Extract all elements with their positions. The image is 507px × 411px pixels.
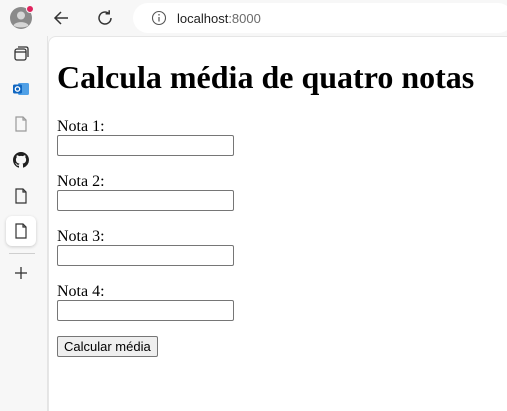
tab-document-active[interactable]	[6, 216, 36, 246]
address-port: :8000	[228, 10, 261, 26]
tab-document-1[interactable]	[6, 109, 36, 139]
new-tab-button[interactable]	[6, 258, 36, 288]
vertical-tab-strip	[0, 0, 48, 411]
tab-github[interactable]	[6, 145, 36, 175]
arrow-left-icon	[53, 11, 68, 25]
nota-1-input[interactable]	[57, 135, 234, 156]
calcular-media-button[interactable]: Calcular média	[57, 336, 158, 357]
browser-toolbar: localhost:8000	[47, 0, 507, 36]
page-viewport: Calcula média de quatro notas Nota 1: No…	[48, 36, 507, 411]
nota-2-input[interactable]	[57, 190, 234, 211]
back-button[interactable]	[47, 4, 75, 32]
document-icon	[15, 223, 27, 239]
page-content: Calcula média de quatro notas Nota 1: No…	[57, 37, 507, 411]
document-icon	[15, 116, 27, 132]
nota-1-field: Nota 1:	[57, 118, 234, 156]
nota-4-label: Nota 4:	[57, 283, 105, 300]
profile-avatar[interactable]	[6, 3, 36, 33]
refresh-button[interactable]	[91, 4, 119, 32]
address-host: localhost	[177, 10, 229, 26]
address-text[interactable]: localhost:8000	[177, 11, 261, 26]
tab-actions-button[interactable]	[6, 39, 36, 69]
nota-4-field: Nota 4:	[57, 283, 234, 321]
tab-divider	[9, 253, 35, 254]
tab-actions-icon	[14, 46, 29, 61]
tab-outlook[interactable]	[6, 74, 36, 104]
nota-1-label: Nota 1:	[57, 118, 105, 135]
info-icon[interactable]	[151, 10, 167, 26]
page-title: Calcula média de quatro notas	[57, 59, 475, 95]
github-icon	[13, 152, 29, 168]
address-bar[interactable]: localhost:8000	[133, 3, 507, 33]
nota-3-field: Nota 3:	[57, 228, 234, 266]
plus-icon	[15, 267, 27, 279]
browser-window: localhost:8000 Calcula média de quatro n…	[0, 0, 507, 411]
nota-3-label: Nota 3:	[57, 228, 105, 245]
nota-3-input[interactable]	[57, 245, 234, 266]
document-icon	[15, 188, 27, 204]
nota-4-input[interactable]	[57, 300, 234, 321]
nota-2-field: Nota 2:	[57, 173, 234, 211]
outlook-icon	[13, 83, 29, 95]
notification-dot	[26, 5, 34, 13]
tab-document-2[interactable]	[6, 181, 36, 211]
refresh-icon	[98, 10, 112, 25]
nota-2-label: Nota 2:	[57, 173, 105, 190]
